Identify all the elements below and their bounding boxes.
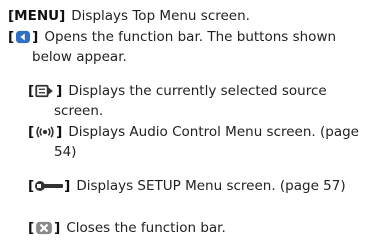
bracket-close: ]	[54, 220, 61, 236]
entry-setup-menu: [ ] Displays SETUP Menu screen. (page 57)	[28, 176, 374, 196]
setup-wrench-icon	[35, 181, 64, 191]
audio-control-icon	[36, 126, 54, 138]
source-display-icon	[35, 84, 54, 98]
bracket-close: ]	[56, 124, 63, 140]
setup-menu-description: Displays SETUP Menu screen. (page 57)	[76, 178, 346, 194]
audio-control-description: Displays Audio Control Menu screen. (pag…	[54, 124, 359, 160]
function-bar-close-description: Closes the function bar.	[66, 220, 226, 236]
entry-function-bar-open: [ ] Opens the function bar. The buttons s…	[8, 27, 374, 67]
close-x-icon	[36, 221, 53, 235]
bracket-close: ]	[64, 178, 71, 194]
menu-description: Displays Top Menu screen.	[71, 8, 250, 24]
back-arrow-icon	[16, 30, 31, 44]
entry-audio-control: [ ] Displays Audio Control Menu screen. (…	[28, 122, 374, 162]
bracket-close: ]	[32, 29, 39, 45]
bracket-close: ]	[56, 83, 63, 99]
function-bar-open-description: Opens the function bar. The buttons show…	[32, 29, 337, 65]
menu-key-label: [MENU]	[8, 8, 66, 24]
entry-menu: [MENU] Displays Top Menu screen.	[8, 6, 374, 26]
entry-source-screen: [ ] Displays the currently selected sourc…	[28, 81, 374, 121]
source-screen-description: Displays the currently selected source s…	[54, 83, 327, 119]
entry-function-bar-close: [ ] Closes the function bar.	[28, 218, 374, 238]
